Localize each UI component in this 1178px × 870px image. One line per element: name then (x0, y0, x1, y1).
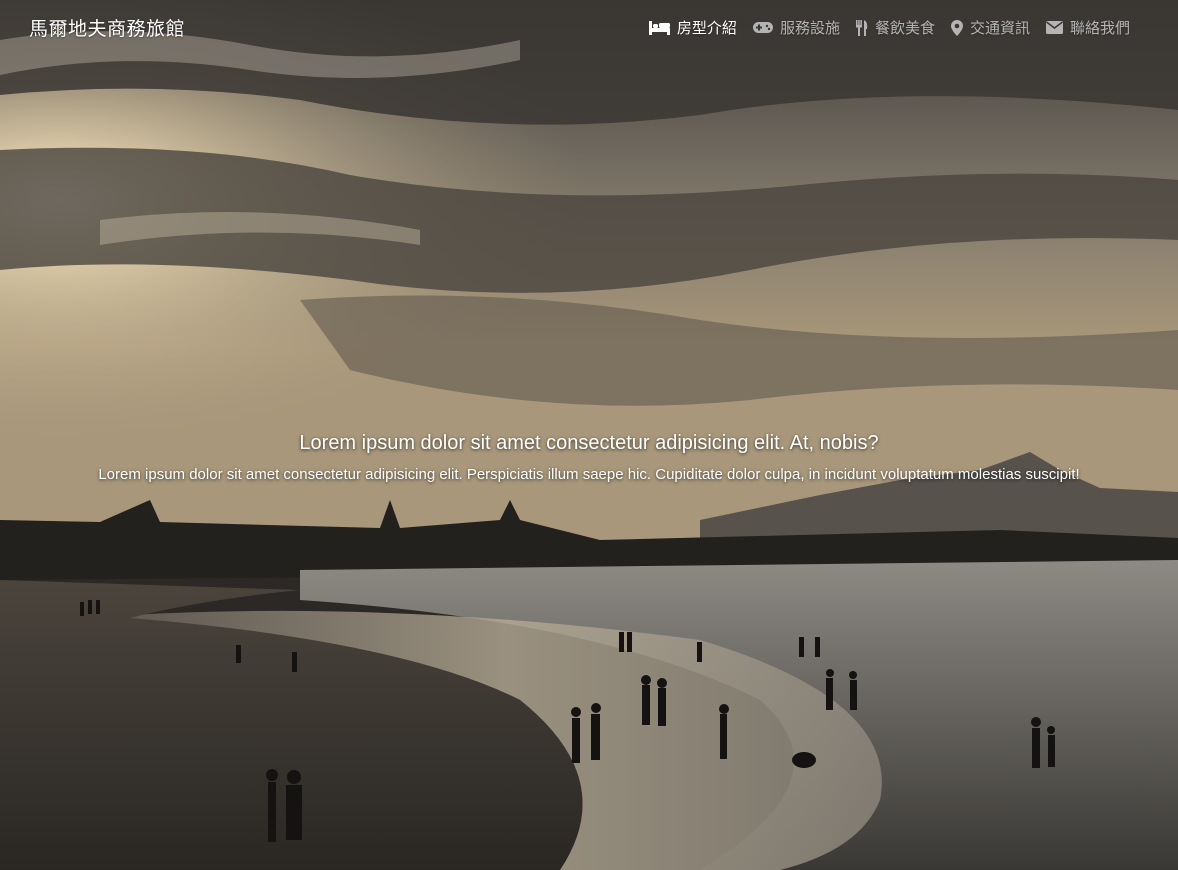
nav-item-transport[interactable]: 交通資訊 (950, 17, 1030, 38)
nav-item-contact[interactable]: 聯絡我們 (1045, 17, 1130, 38)
hero-carousel-slide: 馬爾地夫商務旅館 房型介紹 服務設施 餐飲美食 交通資訊 聯絡我們 Lorem … (0, 0, 1178, 870)
nav-item-dining[interactable]: 餐飲美食 (855, 17, 935, 38)
nav-menu: 房型介紹 服務設施 餐飲美食 交通資訊 聯絡我們 (648, 17, 1130, 38)
brand-logo-link[interactable]: 馬爾地夫商務旅館 (29, 14, 185, 41)
utensils-icon (855, 19, 868, 36)
nav-item-facilities[interactable]: 服務設施 (752, 17, 840, 38)
nav-item-label: 聯絡我們 (1069, 19, 1130, 37)
nav-item-label: 交通資訊 (969, 19, 1030, 37)
envelope-icon (1045, 21, 1063, 34)
map-marker-icon (950, 19, 963, 36)
hero-title: Lorem ipsum dolor sit amet consectetur a… (299, 432, 879, 454)
nav-item-label: 房型介紹 (676, 19, 737, 37)
bed-icon (648, 20, 670, 35)
nav-item-label: 餐飲美食 (874, 19, 935, 37)
navbar: 馬爾地夫商務旅館 房型介紹 服務設施 餐飲美食 交通資訊 聯絡我們 (0, 0, 1178, 54)
gamepad-icon (752, 21, 773, 34)
nav-item-rooms[interactable]: 房型介紹 (648, 17, 737, 38)
nav-item-label: 服務設施 (779, 19, 840, 37)
hero-text: Lorem ipsum dolor sit amet consectetur a… (98, 466, 1080, 483)
